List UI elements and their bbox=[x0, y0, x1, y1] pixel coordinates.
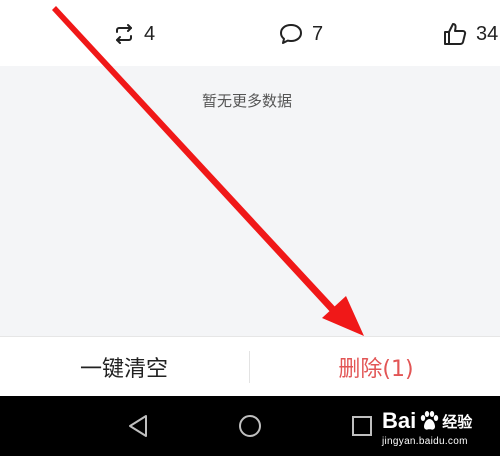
content-area: 暂无更多数据 bbox=[0, 66, 500, 336]
repost-stat[interactable]: 4 bbox=[112, 18, 155, 50]
like-count: 34 bbox=[476, 22, 499, 45]
watermark-url: jingyan.baidu.com bbox=[382, 436, 468, 447]
thumbs-up-icon bbox=[444, 23, 467, 45]
action-bar: 一键清空 删除(1) bbox=[0, 336, 500, 397]
comment-icon bbox=[280, 24, 302, 44]
triangle-back-icon[interactable] bbox=[124, 412, 152, 440]
post-stats-bar: 4 7 34 bbox=[0, 0, 500, 66]
circle-home-icon[interactable] bbox=[236, 412, 264, 440]
like-stat[interactable]: 34 bbox=[442, 18, 498, 50]
repost-count: 4 bbox=[144, 22, 156, 45]
watermark-logo-text: Bai bbox=[382, 408, 417, 433]
paw-icon bbox=[421, 411, 439, 430]
action-divider bbox=[249, 351, 250, 383]
comment-count: 7 bbox=[312, 22, 324, 45]
baidu-jingyan-watermark: Bai 经验 jingyan.baidu.com bbox=[378, 402, 496, 452]
square-recent-icon[interactable] bbox=[348, 412, 376, 440]
watermark-logo: Bai 经验 bbox=[382, 406, 472, 436]
clear-all-button[interactable]: 一键清空 bbox=[0, 337, 248, 397]
watermark-logo-suffix: 经验 bbox=[442, 413, 473, 431]
repost-icon bbox=[116, 24, 132, 44]
empty-state-text: 暂无更多数据 bbox=[201, 92, 292, 110]
delete-button[interactable]: 删除(1) bbox=[252, 337, 500, 397]
comment-stat[interactable]: 7 bbox=[278, 18, 323, 50]
